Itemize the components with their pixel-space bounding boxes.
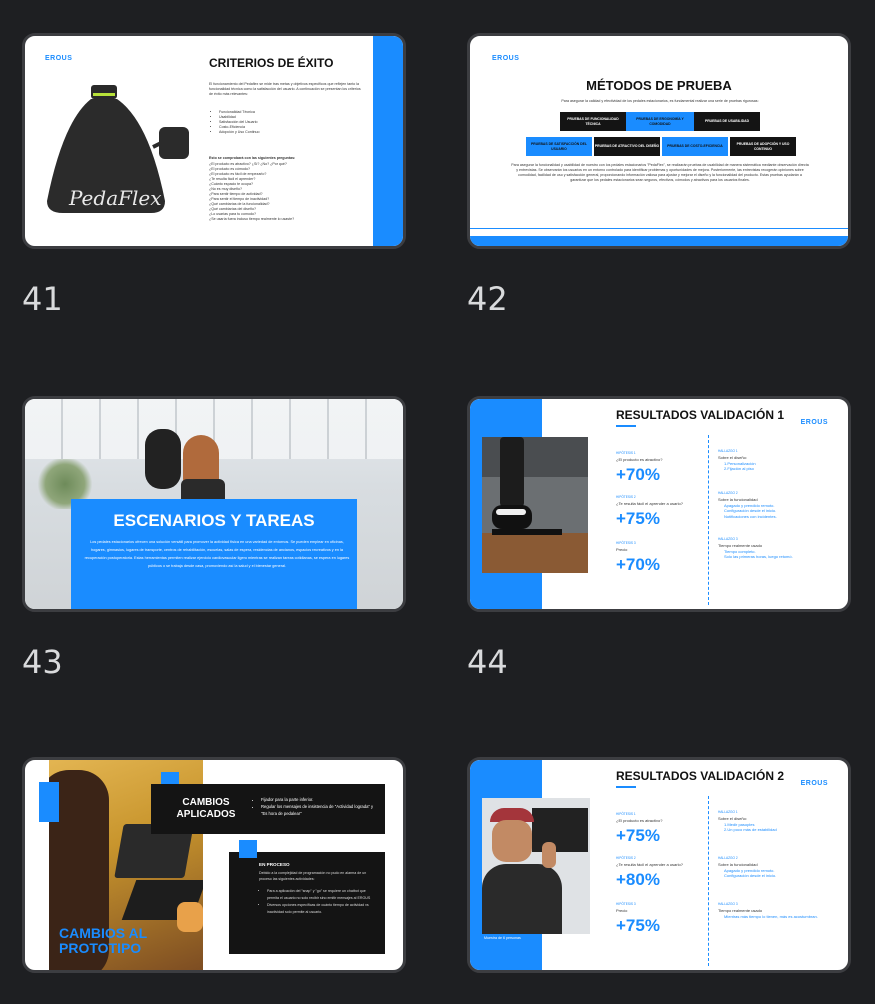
- hypothesis-label: HIPÓTESIS 3: [616, 902, 636, 906]
- slide-number: 44: [467, 643, 508, 681]
- overlay-title: CAMBIOS AL PROTOTIPO: [59, 925, 147, 956]
- list-item: 2.Un poco más de estabilidad: [724, 827, 777, 833]
- divider-line: [708, 435, 709, 605]
- slide-46[interactable]: Muestra de 6 personas RESULTADOS VALIDAC…: [467, 757, 851, 973]
- hypothesis-value: +75%: [616, 916, 660, 935]
- body-text: Para asegurar la funcionalidad y usabili…: [511, 163, 809, 182]
- slide-title: ESCENARIOS Y TAREAS: [113, 511, 315, 530]
- changes-list: Fijador para la parte inferior. Regular …: [257, 796, 377, 817]
- hypothesis-question: Precio: [616, 908, 628, 913]
- hypothesis-question: ¿Te resulta fácil el aprender a usarlo?: [616, 501, 683, 506]
- list-item: Adopción y Uso Continuo: [219, 130, 260, 135]
- list-item: ¿Se usaría fuera incluso tiempo realment…: [209, 217, 295, 221]
- questions-list: ¿El producto es atractivo? ¿Sí? ¿No? ¿Po…: [209, 162, 359, 222]
- hypothesis-value: +80%: [616, 870, 660, 889]
- accent-bar: [470, 236, 848, 246]
- accent-bar: [373, 36, 403, 246]
- title-underline: [616, 786, 636, 788]
- slide-number: 41: [22, 280, 63, 318]
- hypothesis-value: +70%: [616, 555, 660, 574]
- slide-41[interactable]: EROUS PedaFlex CRITERIOS DE ÉXITO El fun…: [22, 33, 406, 249]
- hypothesis-label: HIPÓTESIS 2: [616, 495, 636, 499]
- title-underline: [616, 425, 636, 427]
- list-item: Regular los mensajes de insistencia de "…: [261, 803, 377, 817]
- hypothesis-label: HIPÓTESIS 2: [616, 856, 636, 860]
- finding-1: HALLAZGO 1 Sobre el diseño: 1.Personaliz…: [718, 449, 838, 472]
- hypothesis-label: HIPÓTESIS 3: [616, 541, 636, 545]
- in-process-panel: EN PROCESO Debido a la complejidad de pr…: [229, 852, 385, 954]
- body-text: Los pedales estacionarios ofrecen una so…: [84, 540, 350, 568]
- test-box: PRUEBAS DE ATRACTIVO DEL DISEÑO: [594, 137, 660, 156]
- hypothesis-value: +75%: [616, 826, 660, 845]
- hypothesis-label: HIPÓTESIS 1: [616, 812, 636, 816]
- changes-panel: CAMBIOS APLICADOS Fijador para la parte …: [151, 784, 385, 834]
- changes-title: CAMBIOS APLICADOS: [176, 797, 236, 820]
- finding-1: HALLAZGO 1 Sobre el diseño: 1.Medir paso…: [718, 810, 838, 833]
- slide-44[interactable]: RESULTADOS VALIDACIÓN 1 EROUS HIPÓTESIS …: [467, 396, 851, 612]
- slide-title: CRITERIOS DE ÉXITO: [209, 56, 334, 70]
- accent-square: [239, 840, 257, 858]
- divider-line: [708, 796, 709, 966]
- slide-title: MÉTODOS DE PRUEBA: [586, 78, 732, 93]
- logo: EROUS: [492, 55, 520, 62]
- finding-2: HALLAZGO 2 Sobre la funcionalidad Apagad…: [718, 491, 838, 520]
- test-box: PRUEBAS DE ERGONOMÍA Y COMODIDAD: [626, 112, 694, 131]
- slide-title: RESULTADOS VALIDACIÓN 2: [616, 769, 785, 783]
- list-item: Notificaciones con incidentes.: [724, 514, 777, 520]
- slide-42[interactable]: EROUS MÉTODOS DE PRUEBA Para asegurar la…: [467, 33, 851, 249]
- list-item: Fijador para la parte inferior.: [261, 796, 377, 803]
- accent-square: [39, 782, 59, 822]
- finding-3: HALLAZGO 3 Tiempo realmente usado Tiempo…: [718, 537, 818, 560]
- list-item: Para a aplicación del "snap" y "go" se r…: [267, 888, 371, 902]
- brand-name: PedaFlex: [69, 186, 162, 210]
- in-process-text: Debido a la complejidad de programación …: [259, 871, 367, 881]
- pedal-photo: [482, 437, 588, 573]
- slide-45[interactable]: CAMBIOS APLICADOS Fijador para la parte …: [22, 757, 406, 973]
- list-item: Diversos opciones específicas de cuánto …: [267, 902, 371, 916]
- slide-43[interactable]: ESCENARIOS Y TAREAS Los pedales estacion…: [22, 396, 406, 612]
- hypothesis-question: ¿El producto es atractivo?: [616, 818, 663, 823]
- list-item: 2.Fijación al piso: [724, 466, 754, 472]
- slide-title: RESULTADOS VALIDACIÓN 1: [616, 408, 785, 422]
- hypothesis-value: +70%: [616, 465, 660, 484]
- hypothesis-question: ¿El producto es atractivo?: [616, 457, 663, 462]
- finding-3: HALLAZGO 3 Tiempo realmente usado Mientr…: [718, 902, 818, 919]
- slide-number: 42: [467, 280, 508, 318]
- sample-caption: Muestra de 6 personas: [484, 936, 521, 940]
- test-box: PRUEBAS DE SATISFACCIÓN DEL USUARIO: [526, 137, 592, 156]
- list-item: Solo las primeras horas, luego retomó.: [724, 554, 793, 560]
- questions-heading: Esto se comprobará con las siguientes pr…: [209, 156, 296, 160]
- test-box: PRUEBAS DE COSTO-EFICIENCIA: [662, 137, 728, 156]
- divider-line: [470, 228, 848, 229]
- logo: EROUS: [800, 419, 828, 426]
- intro-text: El funcionamiento del Pedaflex se mide t…: [209, 82, 361, 96]
- list-item: Mientras más tiempo lo tienen, más es ac…: [724, 913, 818, 919]
- hypothesis-value: +75%: [616, 509, 660, 528]
- in-process-list: Para a aplicación del "snap" y "go" se r…: [263, 888, 371, 916]
- test-box: PRUEBAS DE USABILIDAD: [694, 112, 760, 131]
- logo: EROUS: [800, 780, 828, 787]
- list-item: Configuración desde el inicio.: [724, 873, 777, 879]
- in-process-title: EN PROCESO: [259, 862, 290, 867]
- finding-2: HALLAZGO 2 Sobre la funcionalidad Apagad…: [718, 856, 838, 879]
- criteria-list: Funcionalidad Técnica Usabilidad Satisfa…: [215, 110, 260, 135]
- test-box: PRUEBAS DE ADOPCIÓN Y USO CONTINUO: [730, 137, 796, 156]
- hypothesis-label: HIPÓTESIS 1: [616, 451, 636, 455]
- user-photo: [482, 798, 590, 934]
- hypothesis-question: Precio: [616, 547, 628, 552]
- intro-text: Para asegurar la calidad y efectividad d…: [561, 99, 759, 103]
- logo: EROUS: [45, 55, 73, 62]
- hypothesis-question: ¿Te resulta fácil el aprender a usarlo?: [616, 862, 683, 867]
- slide-number: 43: [22, 643, 63, 681]
- test-box: PRUEBAS DE FUNCIONALIDAD TÉCNICA: [560, 112, 626, 131]
